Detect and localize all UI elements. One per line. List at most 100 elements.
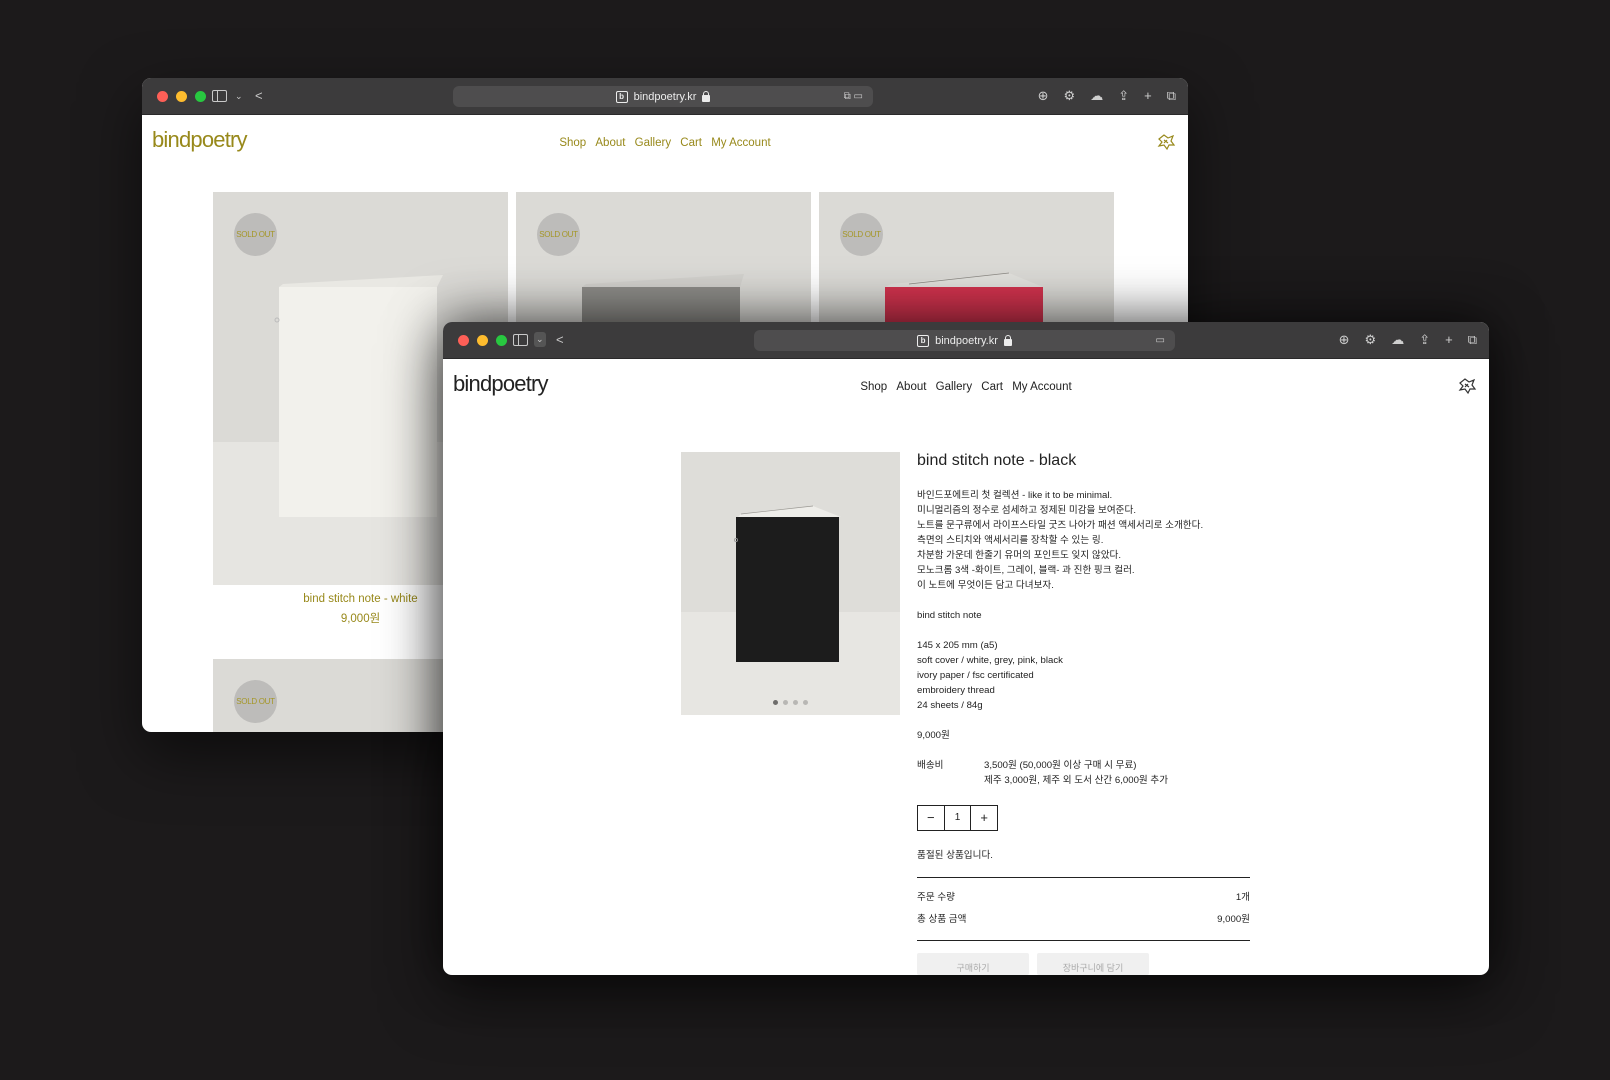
sidebar-toggle-icon[interactable] [212, 90, 227, 102]
title-bar: ⌄ < b bindpoetry.kr ▭ ⊕ ⚙ ☁ ⇪ + ⧉ [443, 322, 1489, 359]
order-quantity-row: 주문 수량 1개 [917, 887, 1250, 909]
window-controls [157, 91, 206, 102]
toolbar-actions: ⊕ ⚙ ☁ ⇪ + ⧉ [1339, 331, 1477, 349]
zoom-window-button[interactable] [195, 91, 206, 102]
shipping-line: 제주 3,000원, 제주 외 도서 산간 6,000원 추가 [984, 775, 1169, 786]
total-price-row: 총 상품 금액 9,000원 [917, 909, 1250, 931]
title-bar: ⌄ < b bindpoetry.kr ⧉ ▭ ⊕ ⚙ ☁ ⇪ + ⧉ [142, 78, 1188, 115]
product-specs: 145 x 205 mm (a5) soft cover / white, gr… [917, 638, 1250, 713]
carousel-dots [681, 700, 900, 705]
nav-my-account[interactable]: My Account [1012, 381, 1071, 393]
quantity-stepper: − 1 + [917, 805, 998, 831]
nav-gallery[interactable]: Gallery [635, 137, 671, 149]
address-bar[interactable]: b bindpoetry.kr ▭ [754, 330, 1175, 351]
carousel-dot[interactable] [773, 700, 778, 705]
brand-mark-icon[interactable] [1156, 132, 1176, 152]
settings-gear-icon[interactable]: ⚙ [1064, 87, 1076, 105]
site-header: bindpoetry Shop About Gallery Cart My Ac… [443, 359, 1489, 429]
description-line: 측면의 스티치와 액세서리를 장착할 수 있는 링. [917, 535, 1104, 546]
site-header: bindpoetry Shop About Gallery Cart My Ac… [142, 115, 1188, 185]
download-icon[interactable]: ⊕ [1339, 331, 1350, 349]
add-to-cart-button[interactable]: 장바구니에 담기 [1037, 953, 1149, 975]
product-image-carousel[interactable] [681, 452, 900, 715]
shipping-info: 배송비 3,500원 (50,000원 이상 구매 시 무료) 제주 3,000… [917, 758, 1250, 788]
tab-overview-icon[interactable]: ⧉ [1468, 331, 1477, 349]
download-icon[interactable]: ⊕ [1038, 87, 1049, 105]
tab-overview-icon[interactable]: ⧉ [1167, 87, 1176, 105]
product-detail: bind stitch note - black 바인드포에트리 첫 컬렉션 -… [917, 452, 1250, 975]
nav-shop[interactable]: Shop [860, 381, 887, 393]
site-favicon-icon: b [917, 334, 930, 347]
description-line: 이 노트에 무엇이든 담고 다녀보자. [917, 580, 1054, 591]
minimize-window-button[interactable] [477, 335, 488, 346]
spec-line: embroidery thread [917, 685, 995, 696]
url-text: bindpoetry.kr [935, 334, 998, 347]
main-nav: Shop About Gallery Cart My Account [443, 381, 1489, 393]
back-arrow-icon[interactable]: < [556, 331, 564, 349]
address-bar[interactable]: b bindpoetry.kr ⧉ ▭ [453, 86, 873, 107]
order-quantity-value: 1개 [1235, 892, 1250, 903]
description-line: 노트를 문구류에서 라이프스타일 굿즈 나아가 패션 액세서리로 소개한다. [917, 520, 1204, 531]
settings-gear-icon[interactable]: ⚙ [1365, 331, 1377, 349]
toolbar-actions: ⊕ ⚙ ☁ ⇪ + ⧉ [1038, 87, 1176, 105]
translate-icon[interactable]: ⧉ ▭ [844, 91, 863, 102]
back-arrow-icon[interactable]: < [255, 87, 263, 105]
carousel-dot[interactable] [783, 700, 788, 705]
carousel-dot[interactable] [793, 700, 798, 705]
icloud-icon[interactable]: ☁ [1090, 87, 1103, 105]
share-icon[interactable]: ⇪ [1419, 331, 1430, 349]
nav-about[interactable]: About [595, 137, 625, 149]
window-controls [458, 335, 507, 346]
nav-gallery[interactable]: Gallery [936, 381, 972, 393]
browser-window-product: ⌄ < b bindpoetry.kr ▭ ⊕ ⚙ ☁ ⇪ + ⧉ bindpo… [443, 322, 1489, 975]
quantity-increase-button[interactable]: + [971, 806, 997, 830]
share-icon[interactable]: ⇪ [1118, 87, 1129, 105]
main-nav: Shop About Gallery Cart My Account [142, 137, 1188, 149]
sold-out-badge: SOLD OUT [234, 213, 277, 256]
chevron-down-icon[interactable]: ⌄ [235, 87, 243, 105]
icloud-icon[interactable]: ☁ [1391, 331, 1404, 349]
product-description: 바인드포에트리 첫 컬렉션 - like it to be minimal. 미… [917, 488, 1250, 593]
spec-line: ivory paper / fsc certificated [917, 670, 1034, 681]
quantity-input[interactable]: 1 [943, 806, 972, 830]
new-tab-plus-icon[interactable]: + [1144, 87, 1152, 105]
sold-out-badge: SOLD OUT [537, 213, 580, 256]
url-text: bindpoetry.kr [633, 90, 697, 103]
zoom-window-button[interactable] [496, 335, 507, 346]
nav-my-account[interactable]: My Account [711, 137, 770, 149]
product-title: bind stitch note - black [917, 452, 1077, 469]
carousel-dot[interactable] [803, 700, 808, 705]
nav-cart[interactable]: Cart [680, 137, 702, 149]
spec-line: soft cover / white, grey, pink, black [917, 655, 1063, 666]
purchase-actions: 구매하기 장바구니에 담기 [917, 953, 1250, 975]
sold-out-badge: SOLD OUT [234, 680, 277, 723]
spec-line: 24 sheets / 84g [917, 700, 983, 711]
brand-mark-icon[interactable] [1457, 376, 1477, 396]
product-price: 9,000원 [917, 730, 950, 741]
nav-about[interactable]: About [896, 381, 926, 393]
nav-shop[interactable]: Shop [559, 137, 586, 149]
lock-icon [1003, 334, 1012, 346]
buy-now-button[interactable]: 구매하기 [917, 953, 1029, 975]
minimize-window-button[interactable] [176, 91, 187, 102]
close-window-button[interactable] [157, 91, 168, 102]
sold-out-message: 품절된 상품입니다. [917, 850, 993, 861]
description-line: 모노크롬 3색 -화이트, 그레이, 블랙- 과 진한 핑크 컬러. [917, 565, 1135, 576]
total-price-value: 9,000원 [1217, 914, 1250, 925]
new-tab-plus-icon[interactable]: + [1445, 331, 1453, 349]
chevron-down-icon[interactable]: ⌄ [534, 332, 546, 347]
total-price-label: 총 상품 금액 [917, 914, 967, 925]
sidebar-toggle-icon[interactable] [513, 334, 528, 346]
spec-line: 145 x 205 mm (a5) [917, 640, 998, 651]
shipping-label: 배송비 [917, 760, 944, 771]
quantity-decrease-button[interactable]: − [918, 806, 944, 830]
reader-icon[interactable]: ▭ [1156, 335, 1165, 346]
close-window-button[interactable] [458, 335, 469, 346]
lock-icon [702, 90, 711, 102]
order-quantity-label: 주문 수량 [917, 892, 955, 903]
nav-cart[interactable]: Cart [981, 381, 1003, 393]
description-line: 바인드포에트리 첫 컬렉션 - like it to be minimal. [917, 490, 1113, 501]
shipping-line: 3,500원 (50,000원 이상 구매 시 무료) [984, 760, 1137, 771]
sold-out-badge: SOLD OUT [840, 213, 883, 256]
description-line: 미니멀리즘의 정수로 섬세하고 정제된 미감을 보여준다. [917, 505, 1136, 516]
